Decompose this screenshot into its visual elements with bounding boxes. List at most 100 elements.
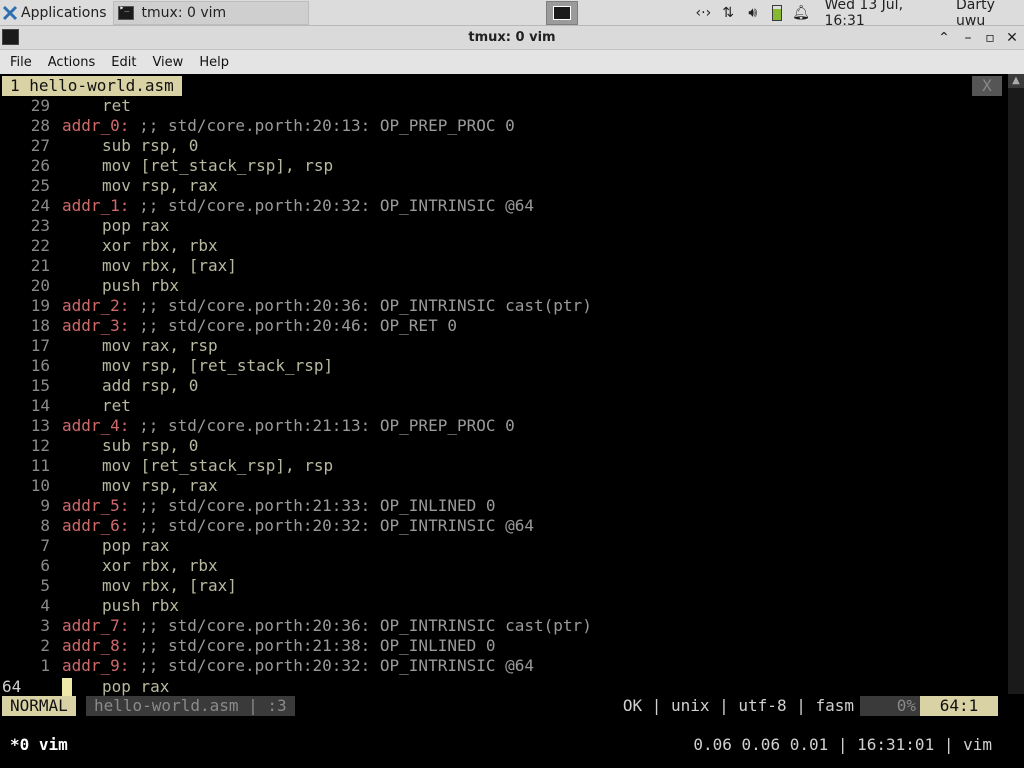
line-number: 29: [30, 96, 50, 115]
vim-mode-indicator: NORMAL: [2, 696, 76, 716]
code-line[interactable]: 23 pop rax: [2, 216, 170, 236]
line-number: 20: [30, 276, 50, 295]
code-line[interactable]: 21 mov rbx, [rax]: [2, 256, 237, 276]
code-line[interactable]: 22 xor rbx, rbx: [2, 236, 218, 256]
panel-clock[interactable]: Wed 13 Jul, 16:31: [824, 0, 940, 29]
vim-cursor: [62, 678, 72, 696]
line-number: 3: [40, 616, 50, 635]
code-line[interactable]: 10 mov rsp, rax: [2, 476, 218, 496]
window-titlebar[interactable]: tmux: 0 vim ⌃ – ▫ ✕: [0, 26, 1024, 50]
code-line[interactable]: 6 xor rbx, rbx: [2, 556, 218, 576]
line-number: 1: [40, 656, 50, 675]
line-number: 2: [40, 636, 50, 655]
line-number: 28: [30, 116, 50, 135]
code-line[interactable]: 3 addr_7: ;; std/core.porth:20:36: OP_INT…: [2, 616, 592, 636]
code-line[interactable]: 29 ret: [2, 96, 131, 116]
tmux-window-label[interactable]: *0 vim: [10, 734, 68, 756]
taskbar-item-tmux[interactable]: tmux: 0 vim: [112, 0, 309, 25]
asm-comment: ;; std/core.porth:21:33: OP_INLINED 0: [139, 496, 496, 515]
line-number: 17: [30, 336, 50, 355]
asm-label: addr_5:: [62, 496, 130, 515]
menu-view[interactable]: View: [142, 55, 189, 70]
code-line[interactable]: 16 mov rsp, [ret_stack_rsp]: [2, 356, 333, 376]
menu-actions[interactable]: Actions: [38, 55, 102, 70]
code-line[interactable]: 1 addr_9: ;; std/core.porth:20:32: OP_INT…: [2, 656, 534, 676]
menu-file[interactable]: File: [0, 55, 38, 70]
asm-comment: ;; std/core.porth:21:13: OP_PREP_PROC 0: [139, 416, 515, 435]
menu-help[interactable]: Help: [189, 55, 235, 70]
code-line[interactable]: 9 addr_5: ;; std/core.porth:21:33: OP_INL…: [2, 496, 496, 516]
vim-tab-hello-world[interactable]: 1 hello-world.asm: [2, 76, 182, 96]
close-icon[interactable]: ✕: [1002, 28, 1022, 48]
notification-bell-icon[interactable]: 🔔︎: [792, 5, 811, 21]
menu-edit[interactable]: Edit: [101, 55, 142, 70]
asm-instruction: mov rbx, [rax]: [102, 576, 237, 595]
maximize-icon[interactable]: ⌃: [934, 28, 954, 48]
network-icon[interactable]: ‹·›: [694, 5, 713, 21]
vim-status-info: OK | unix | utf-8 | fasm: [622, 696, 854, 715]
code-line[interactable]: 7 pop rax: [2, 536, 169, 556]
asm-label: addr_2:: [62, 296, 130, 315]
asm-instruction: mov rsp, rax: [102, 176, 218, 195]
code-line[interactable]: 20 push rbx: [2, 276, 179, 296]
restore-icon[interactable]: ▫: [980, 28, 1000, 48]
asm-comment: ;; std/core.porth:20:36: OP_INTRINSIC ca…: [139, 296, 592, 315]
code-line[interactable]: 12 sub rsp, 0: [2, 436, 199, 456]
battery-icon[interactable]: [772, 5, 782, 21]
vim-tab-close-button[interactable]: X: [972, 76, 1002, 96]
scroll-up-arrow-icon[interactable]: ▲: [1008, 74, 1024, 88]
code-line[interactable]: 27 sub rsp, 0: [2, 136, 199, 156]
code-line[interactable]: 17 mov rax, rsp: [2, 336, 218, 356]
code-line[interactable]: 28 addr_0: ;; std/core.porth:20:13: OP_PR…: [2, 116, 515, 136]
line-number: 12: [30, 436, 50, 455]
volume-icon[interactable]: 🔊︎: [743, 5, 762, 21]
asm-instruction: xor rbx, rbx: [102, 556, 218, 575]
asm-comment: ;; std/core.porth:20:46: OP_RET 0: [139, 316, 457, 335]
code-line[interactable]: 4 push rbx: [2, 596, 179, 616]
line-number: 27: [30, 136, 50, 155]
line-number: 26: [30, 156, 50, 175]
window-title: tmux: 0 vim: [468, 30, 556, 45]
asm-instruction: pop rax: [102, 216, 170, 235]
applications-menu-button[interactable]: Applications: [0, 0, 107, 26]
vim-current-line[interactable]: 64 pop rax: [2, 677, 169, 697]
code-line[interactable]: 18 addr_3: ;; std/core.porth:20:46: OP_RE…: [2, 316, 457, 336]
asm-label: addr_6:: [62, 516, 130, 535]
code-line[interactable]: 14 ret: [2, 396, 131, 416]
code-line[interactable]: 11 mov [ret_stack_rsp], rsp: [2, 456, 333, 476]
asm-instruction: add rsp, 0: [102, 376, 199, 395]
asm-instruction: mov rsp, [ret_stack_rsp]: [102, 356, 334, 375]
code-line[interactable]: 26 mov [ret_stack_rsp], rsp: [2, 156, 333, 176]
asm-comment: ;; std/core.porth:20:32: OP_INTRINSIC @6…: [139, 516, 535, 535]
code-line[interactable]: 15 add rsp, 0: [2, 376, 199, 396]
line-number: 13: [30, 416, 50, 435]
code-line[interactable]: 13 addr_4: ;; std/core.porth:21:13: OP_PR…: [2, 416, 515, 436]
code-line[interactable]: 24 addr_1: ;; std/core.porth:20:32: OP_IN…: [2, 196, 534, 216]
tmux-status-right: 0.06 0.06 0.01 | 16:31:01 | vim: [693, 735, 992, 754]
line-number: 15: [30, 376, 50, 395]
line-number: 6: [40, 556, 50, 575]
xfce-logo-icon: [2, 5, 18, 20]
transfer-icon[interactable]: ⇅: [719, 5, 738, 21]
asm-label: addr_3:: [62, 316, 130, 335]
code-line[interactable]: 2 addr_8: ;; std/core.porth:21:38: OP_INL…: [2, 636, 495, 656]
asm-comment: ;; std/core.porth:20:32: OP_INTRINSIC @6…: [139, 656, 535, 675]
terminal-scrollbar[interactable]: ▲: [1008, 74, 1024, 694]
minimize-icon[interactable]: –: [958, 28, 978, 48]
vim-status-percent: 0%: [860, 696, 920, 716]
code-line[interactable]: 8 addr_6: ;; std/core.porth:20:32: OP_INT…: [2, 516, 534, 536]
line-number: 5: [40, 576, 50, 595]
line-number: 8: [40, 516, 50, 535]
code-line[interactable]: 25 mov rsp, rax: [2, 176, 218, 196]
line-number: 19: [30, 296, 50, 315]
asm-comment: ;; std/core.porth:20:36: OP_INTRINSIC ca…: [139, 616, 592, 635]
line-number: 18: [30, 316, 50, 335]
user-menu[interactable]: Darty uwu: [956, 0, 1024, 29]
current-line-number: 64: [2, 677, 22, 696]
code-line[interactable]: 5 mov rbx, [rax]: [2, 576, 237, 596]
code-line[interactable]: 19 addr_2: ;; std/core.porth:20:36: OP_IN…: [2, 296, 592, 316]
asm-instruction: sub rsp, 0: [102, 136, 199, 155]
show-desktop-button[interactable]: [546, 1, 578, 25]
terminal-area[interactable]: 1 hello-world.asm X 29 ret 28 addr_0: ;; st…: [0, 74, 1024, 768]
line-number: 10: [30, 476, 50, 495]
